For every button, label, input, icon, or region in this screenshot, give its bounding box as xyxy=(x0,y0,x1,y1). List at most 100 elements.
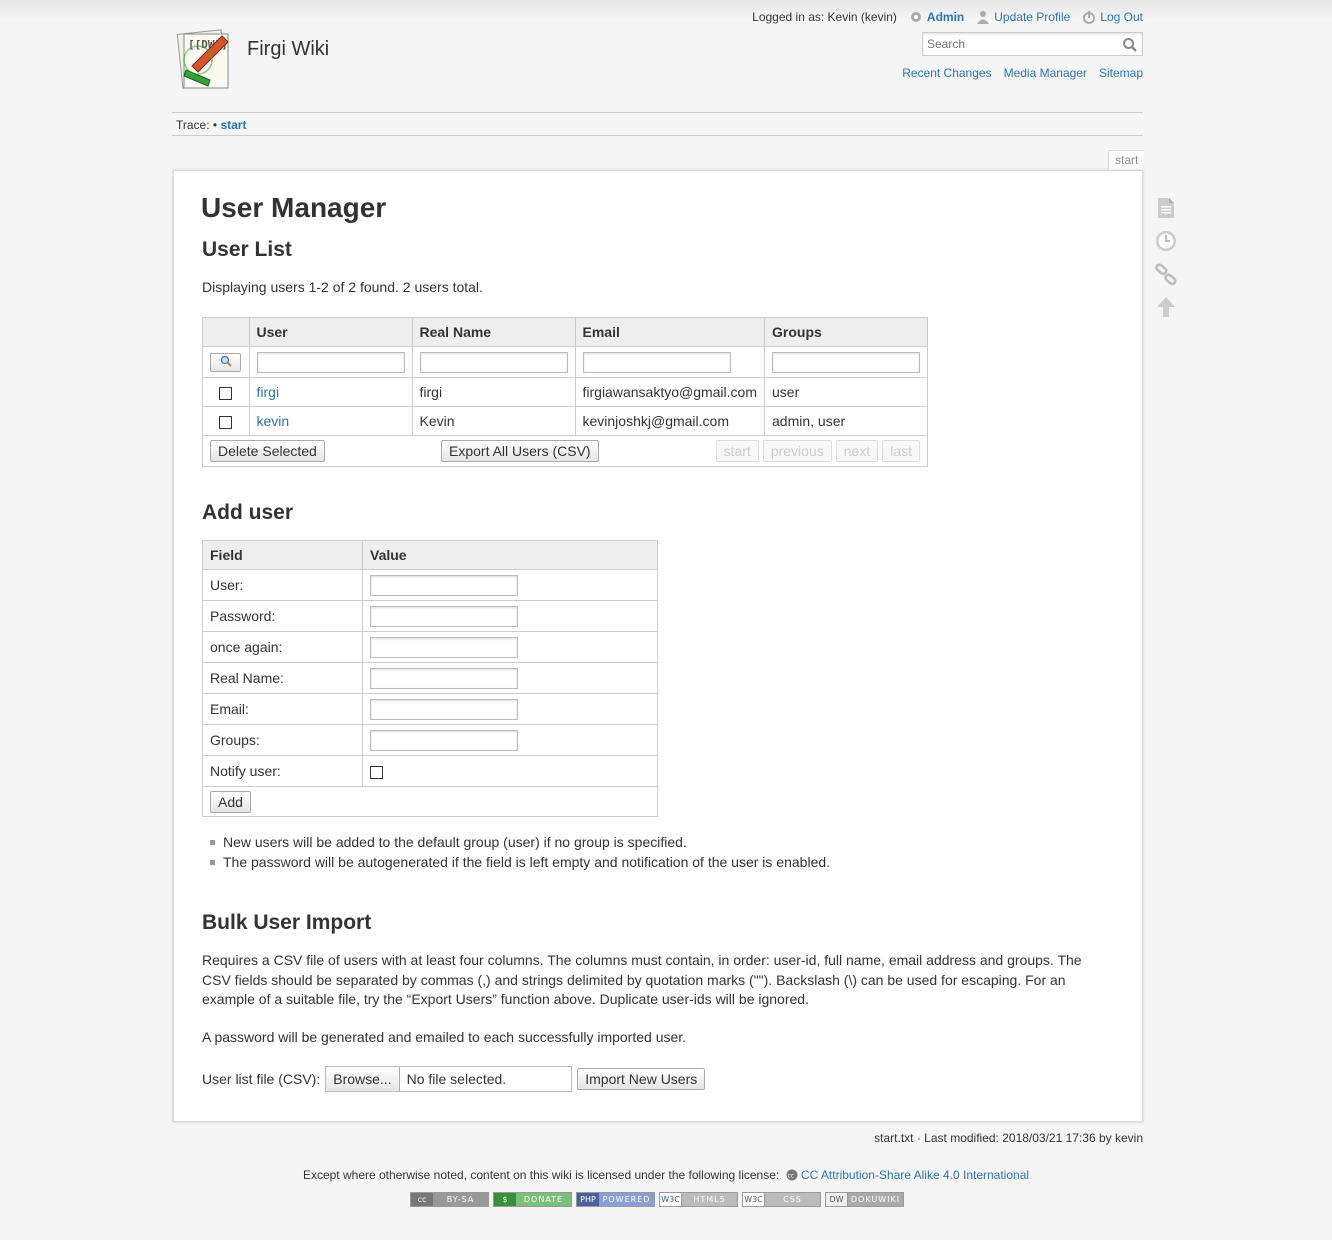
value-column-header: Value xyxy=(362,540,658,570)
csv-file-input[interactable]: Browse... No file selected. xyxy=(325,1066,573,1092)
user-list-table: User Real Name Email Groups firgi firgi … xyxy=(202,317,928,467)
pager-last-button[interactable]: last xyxy=(882,440,920,462)
sitemap-link[interactable]: Sitemap xyxy=(1099,66,1143,80)
w3c-css-badge[interactable]: W3C CSS xyxy=(742,1192,821,1207)
doc-info: start.txt · Last modified: 2018/03/21 17… xyxy=(874,1131,1143,1145)
badge-right-label: BY-SA xyxy=(433,1193,488,1206)
filter-row xyxy=(202,346,928,378)
w3c-html5-badge[interactable]: W3C HTML5 xyxy=(659,1192,738,1207)
import-new-users-button[interactable]: Import New Users xyxy=(577,1068,706,1090)
user-tools: Logged in as: Kevin (kevin) Admin Update… xyxy=(752,10,1143,24)
recent-changes-link[interactable]: Recent Changes xyxy=(902,66,991,80)
filter-realname-input[interactable] xyxy=(419,351,568,373)
file-input-label: User list file (CSV): xyxy=(202,1071,321,1087)
filter-email-input[interactable] xyxy=(582,351,731,373)
admin-link[interactable]: Admin xyxy=(909,10,964,24)
add-user-realname-input[interactable] xyxy=(370,667,518,689)
field-label: Password: xyxy=(202,600,363,632)
dokuwiki-badge[interactable]: DW DOKUWIKI xyxy=(825,1192,904,1207)
user-email: firgiawansaktyo@gmail.com xyxy=(574,377,765,407)
pager-start-button[interactable]: start xyxy=(715,440,759,462)
field-label: Real Name: xyxy=(202,662,363,694)
form-row: Email: xyxy=(202,693,658,725)
donate-badge[interactable]: $ DONATE xyxy=(493,1192,572,1207)
badge-left-label: DW xyxy=(826,1193,848,1206)
add-user-email-input[interactable] xyxy=(370,698,518,720)
pager-previous-button[interactable]: previous xyxy=(762,440,832,462)
notify-user-checkbox[interactable] xyxy=(370,765,383,779)
delete-selected-button[interactable]: Delete Selected xyxy=(210,440,325,462)
column-header: Email xyxy=(574,317,765,347)
pager-next-button[interactable]: next xyxy=(835,440,879,462)
site-logo[interactable]: [[DW]] xyxy=(172,26,240,94)
field-label: User: xyxy=(202,569,363,601)
select-user-checkbox[interactable] xyxy=(219,415,233,429)
add-user-password-confirm-input[interactable] xyxy=(370,636,518,658)
export-all-users-button[interactable]: Export All Users (CSV) xyxy=(441,440,599,462)
user-link[interactable]: firgi xyxy=(257,384,280,400)
page-id[interactable]: start xyxy=(1108,150,1145,171)
table-actions-row: Delete Selected Export All Users (CSV) s… xyxy=(202,435,928,467)
select-user-checkbox[interactable] xyxy=(219,386,233,400)
cc-by-sa-badge[interactable]: cc BY-SA xyxy=(410,1192,489,1207)
license-link[interactable]: CC Attribution-Share Alike 4.0 Internati… xyxy=(801,1168,1029,1182)
form-row: Real Name: xyxy=(202,662,658,694)
search-icon[interactable] xyxy=(1122,37,1138,53)
user-groups: admin, user xyxy=(764,406,928,436)
form-row: Groups: xyxy=(202,724,658,756)
form-actions-row: Add xyxy=(202,786,658,817)
footer-badges: cc BY-SA $ DONATE PHP POWERED W3C HTML5 W3C C… xyxy=(410,1192,904,1207)
doc-last-modified: · Last modified: 2018/03/21 17:36 by kev… xyxy=(913,1131,1143,1145)
breadcrumb-label: Trace: xyxy=(176,118,210,132)
logout-link[interactable]: Log Out xyxy=(1082,10,1143,24)
list-item: New users will be added to the default g… xyxy=(207,833,830,852)
form-row: Password: xyxy=(202,600,658,632)
table-row: firgi firgi firgiawansaktyo@gmail.com us… xyxy=(202,377,928,407)
show-page-icon[interactable] xyxy=(1154,196,1178,220)
php-powered-badge[interactable]: PHP POWERED xyxy=(576,1192,655,1207)
list-item: The password will be autogenerated if th… xyxy=(207,853,830,872)
search-input[interactable] xyxy=(923,33,1113,55)
header-divider xyxy=(172,112,1143,113)
add-user-groups-input[interactable] xyxy=(370,729,518,751)
magnifier-icon xyxy=(220,355,232,367)
form-row: User: xyxy=(202,569,658,601)
filter-groups-input[interactable] xyxy=(772,351,920,373)
user-realname: firgi xyxy=(411,377,576,407)
add-user-id-input[interactable] xyxy=(370,574,518,596)
breadcrumb-start-link[interactable]: start xyxy=(220,118,246,132)
site-tools: Recent Changes Media Manager Sitemap xyxy=(902,66,1143,80)
add-user-password-input[interactable] xyxy=(370,605,518,627)
breadcrumb-divider xyxy=(172,135,1143,136)
user-table-header: User Real Name Email Groups xyxy=(202,317,928,347)
revisions-clock-icon[interactable] xyxy=(1154,229,1178,253)
page-title: User Manager xyxy=(201,192,387,223)
breadcrumb: Trace: • start xyxy=(176,118,246,132)
table-row: kevin Kevin kevinjoshkj@gmail.com admin,… xyxy=(202,406,928,436)
form-row: Notify user: xyxy=(202,755,658,787)
user-groups: user xyxy=(764,377,928,407)
filter-search-button[interactable] xyxy=(210,352,242,372)
badge-left-label: $ xyxy=(494,1193,516,1206)
cc-icon: cc xyxy=(786,1169,798,1181)
site-title[interactable]: Firgi Wiki xyxy=(247,38,329,61)
badge-right-label: DONATE xyxy=(516,1193,571,1206)
logged-in-text: Logged in as: Kevin (kevin) xyxy=(752,10,897,24)
add-user-button[interactable]: Add xyxy=(210,790,251,813)
filter-user-input[interactable] xyxy=(256,351,405,373)
media-manager-link[interactable]: Media Manager xyxy=(1004,66,1087,80)
pager: start previous next last xyxy=(715,440,920,462)
page-tools xyxy=(1154,196,1180,328)
add-user-notes: New users will be added to the default g… xyxy=(207,833,830,873)
back-to-top-arrow-icon[interactable] xyxy=(1154,295,1178,319)
power-icon xyxy=(1083,11,1096,24)
column-header: Real Name xyxy=(411,317,576,347)
gear-icon xyxy=(910,12,921,22)
backlinks-chain-icon[interactable] xyxy=(1154,262,1178,286)
user-link[interactable]: kevin xyxy=(257,413,290,429)
browse-button[interactable]: Browse... xyxy=(326,1067,400,1091)
file-status: No file selected. xyxy=(406,1071,507,1087)
badge-right-label: DOKUWIKI xyxy=(848,1193,903,1206)
badge-left-label: W3C xyxy=(660,1193,682,1206)
update-profile-link[interactable]: Update Profile xyxy=(976,10,1070,24)
